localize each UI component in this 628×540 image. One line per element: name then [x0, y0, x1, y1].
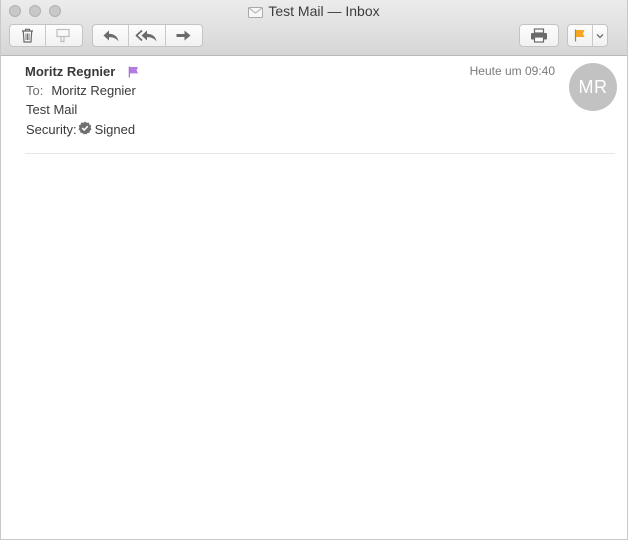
- title-bar: Test Mail — Inbox: [1, 0, 627, 56]
- reply-group: [92, 24, 203, 47]
- print-icon: [530, 28, 548, 43]
- window-title: Test Mail — Inbox: [268, 3, 380, 19]
- flag-group: [567, 24, 608, 47]
- flag-icon: [574, 29, 586, 42]
- junk-button[interactable]: [46, 25, 82, 46]
- print-button[interactable]: [520, 25, 558, 46]
- reply-button[interactable]: [93, 25, 130, 46]
- security-label: Security:: [26, 122, 77, 137]
- to-row: To: Moritz Regnier: [26, 83, 136, 98]
- forward-icon: [175, 29, 192, 42]
- window-title-wrap: Test Mail — Inbox: [1, 3, 627, 21]
- to-label: To:: [26, 83, 44, 98]
- security-row: Security: Signed: [26, 121, 135, 138]
- flag-menu-button[interactable]: [593, 25, 607, 46]
- sender-name[interactable]: Moritz Regnier: [25, 64, 115, 79]
- recipient-name[interactable]: Moritz Regnier: [51, 83, 136, 98]
- header-divider: [25, 153, 615, 154]
- envelope-icon: [248, 5, 264, 21]
- reply-all-button[interactable]: [129, 25, 166, 46]
- trash-icon: [21, 28, 34, 43]
- verified-badge-icon[interactable]: [78, 121, 92, 138]
- delete-junk-group: [9, 24, 83, 47]
- subject: Test Mail: [26, 102, 78, 117]
- flag-button[interactable]: [568, 25, 593, 46]
- message-body[interactable]: [1, 156, 627, 539]
- reply-icon: [102, 29, 120, 43]
- chevron-down-icon: [596, 33, 604, 39]
- flag-icon: [128, 65, 139, 83]
- avatar: MR: [569, 63, 617, 111]
- security-value: Signed: [94, 122, 136, 137]
- thumbs-down-icon: [56, 28, 72, 43]
- mail-window: Test Mail — Inbox Moritz Regnier Heute u…: [0, 0, 628, 540]
- print-group: [519, 24, 559, 47]
- delete-button[interactable]: [10, 25, 46, 46]
- message-date: Heute um 09:40: [469, 64, 555, 78]
- reply-all-icon: [135, 29, 159, 43]
- message-header: Moritz Regnier Heute um 09:40 MR To: Mori…: [1, 56, 627, 156]
- forward-button[interactable]: [166, 25, 202, 46]
